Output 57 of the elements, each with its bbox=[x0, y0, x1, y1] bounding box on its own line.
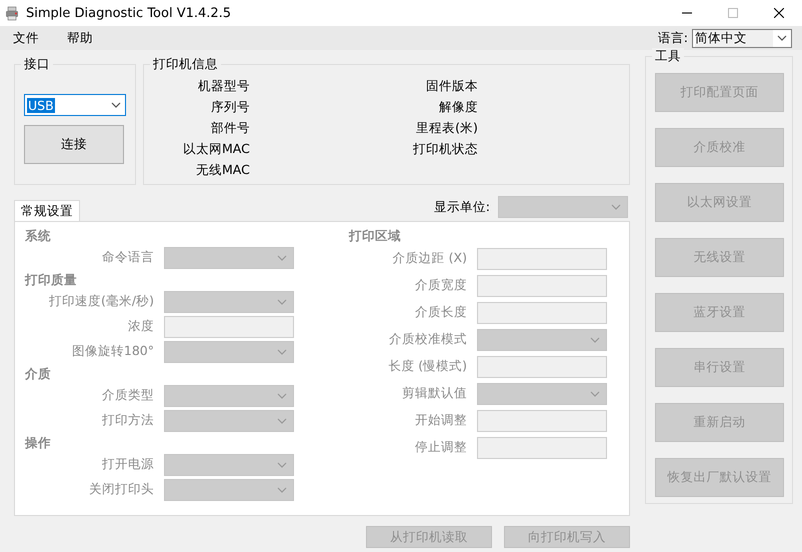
menu-item[interactable]: 文件 bbox=[6, 30, 46, 46]
group-title: 工具 bbox=[652, 48, 684, 64]
window-title: Simple Diagnostic Tool V1.4.2.5 bbox=[26, 6, 232, 20]
field-label: 序列号 bbox=[210, 98, 250, 116]
setting-label: 介质边距 (X) bbox=[392, 250, 467, 267]
language-label: 语言: bbox=[658, 30, 688, 46]
field-label: 固件版本 bbox=[426, 77, 478, 95]
close-icon bbox=[774, 8, 784, 18]
setting-label: 长度 (慢模式) bbox=[387, 358, 467, 375]
section-title: 打印质量 bbox=[25, 271, 78, 289]
section-title: 介质 bbox=[25, 365, 52, 383]
setting-label: 浓度 bbox=[127, 318, 154, 335]
caret-icon bbox=[277, 254, 287, 260]
setting-label: 剪辑默认值 bbox=[401, 385, 467, 402]
maximize-icon bbox=[728, 8, 738, 18]
tab[interactable]: 常规设置 bbox=[14, 200, 80, 221]
printer-icon bbox=[4, 5, 20, 21]
language-dropdown[interactable]: 简体中文 bbox=[692, 28, 792, 48]
setting-label: 命令语言 bbox=[101, 249, 154, 266]
field-label: 无线MAC bbox=[196, 161, 250, 179]
caret-icon bbox=[277, 298, 287, 304]
section-title: 系统 bbox=[25, 227, 52, 245]
field-label: 解像度 bbox=[438, 98, 478, 116]
setting-label: 开始调整 bbox=[414, 412, 467, 429]
setting-label: 介质类型 bbox=[101, 387, 154, 404]
caret-icon bbox=[777, 35, 787, 41]
caret-icon bbox=[277, 486, 287, 492]
field-label: 部件号 bbox=[210, 119, 250, 137]
caret-icon bbox=[110, 102, 121, 108]
section-title: 操作 bbox=[25, 434, 52, 452]
setting-label: 关闭打印头 bbox=[88, 481, 154, 498]
setting-label: 停止调整 bbox=[414, 439, 467, 456]
setting-label: 打印方法 bbox=[101, 412, 154, 429]
caret-icon bbox=[277, 392, 287, 398]
caret-icon bbox=[611, 204, 621, 210]
caret-icon bbox=[590, 336, 600, 342]
setting-label: 介质宽度 bbox=[414, 277, 467, 294]
group-title: 接口 bbox=[21, 56, 53, 72]
field-label: 以太网MAC bbox=[182, 140, 250, 158]
setting-label: 打开电源 bbox=[101, 456, 154, 473]
display-unit-label: 显示单位: bbox=[434, 198, 490, 216]
caret-icon bbox=[277, 348, 287, 354]
connect-button[interactable]: 连接 bbox=[24, 125, 124, 164]
port-dropdown[interactable]: USB bbox=[24, 94, 126, 116]
group-title: 打印机信息 bbox=[150, 56, 221, 72]
setting-label: 介质长度 bbox=[414, 304, 467, 321]
setting-label: 打印速度(毫米/秒) bbox=[48, 293, 154, 310]
section-title: 打印区域 bbox=[349, 227, 402, 245]
caret-icon bbox=[277, 418, 287, 424]
setting-label: 图像旋转180° bbox=[70, 343, 154, 360]
caret-icon bbox=[277, 462, 287, 468]
field-label: 打印机状态 bbox=[412, 140, 478, 158]
field-label: 机器型号 bbox=[198, 77, 250, 95]
field-label: 里程表(米) bbox=[416, 119, 478, 137]
caret-icon bbox=[590, 390, 600, 396]
menu-item[interactable]: 帮助 bbox=[60, 30, 100, 46]
setting-label: 介质校准模式 bbox=[388, 331, 467, 348]
